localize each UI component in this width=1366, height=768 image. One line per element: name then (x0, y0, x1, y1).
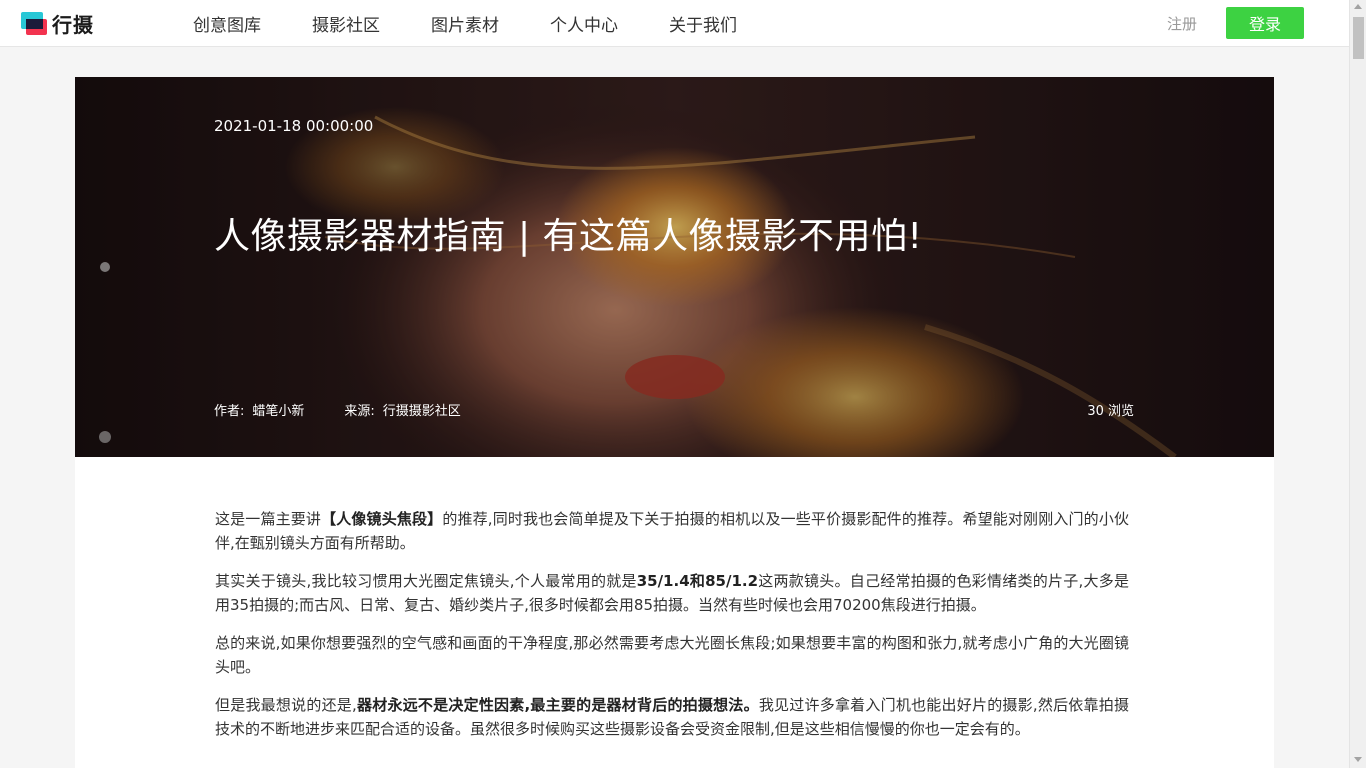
nav-item-photo-community[interactable]: 摄影社区 (312, 11, 380, 36)
paragraph: 总的来说,如果你想要强烈的空气感和画面的干净程度,那必然需要考虑大光圈长焦段;如… (215, 634, 1129, 676)
nav-item-creative-gallery[interactable]: 创意图库 (193, 11, 261, 36)
paragraph: 但是我最想说的还是,器材永远不是决定性因素,最主要的是器材背后的拍摄想法。我见过… (215, 696, 1129, 738)
scroll-down-arrow-icon[interactable] (1354, 757, 1362, 762)
article-hero-banner: 2021-01-18 00:00:00 人像摄影器材指南 | 有这篇人像摄影不用… (75, 77, 1274, 457)
nav-item-personal-center[interactable]: 个人中心 (550, 11, 618, 36)
page-scrollbar[interactable] (1349, 0, 1366, 768)
article-title: 人像摄影器材指南 | 有这篇人像摄影不用怕! (214, 216, 923, 257)
paragraph: 其实关于镜头,我比较习惯用大光圈定焦镜头,个人最常用的就是35/1.4和85/1… (215, 572, 1129, 614)
source-name[interactable]: 行摄摄影社区 (383, 400, 461, 419)
register-link[interactable]: 注册 (1167, 13, 1197, 34)
site-logo[interactable]: 行摄 (20, 9, 94, 37)
article-meta: 作者: 蜡笔小新 来源: 行摄摄影社区 (214, 400, 461, 419)
logo-text: 行摄 (52, 12, 94, 37)
scroll-thumb[interactable] (1353, 17, 1364, 59)
article-date: 2021-01-18 00:00:00 (214, 117, 374, 135)
author-name[interactable]: 蜡笔小新 (252, 400, 304, 419)
nav-item-image-assets[interactable]: 图片素材 (431, 11, 499, 36)
main-nav: 创意图库 摄影社区 图片素材 个人中心 关于我们 (193, 0, 788, 46)
top-nav-bar: 行摄 创意图库 摄影社区 图片素材 个人中心 关于我们 注册 登录 (0, 0, 1349, 47)
article-body: 这是一篇主要讲【人像镜头焦段】的推荐,同时我也会简单提及下关于拍摄的相机以及一些… (215, 507, 1129, 755)
scroll-up-arrow-icon[interactable] (1354, 4, 1362, 9)
view-count: 30 浏览 (1087, 404, 1134, 419)
author-label: 作者: (214, 404, 245, 419)
login-button[interactable]: 登录 (1226, 7, 1304, 39)
paragraph: 这是一篇主要讲【人像镜头焦段】的推荐,同时我也会简单提及下关于拍摄的相机以及一些… (215, 510, 1129, 552)
nav-item-about-us[interactable]: 关于我们 (669, 11, 737, 36)
logo-icon (20, 10, 48, 36)
source-label: 来源: (344, 404, 375, 419)
article-content: 这是一篇主要讲【人像镜头焦段】的推荐,同时我也会简单提及下关于拍摄的相机以及一些… (75, 457, 1274, 768)
